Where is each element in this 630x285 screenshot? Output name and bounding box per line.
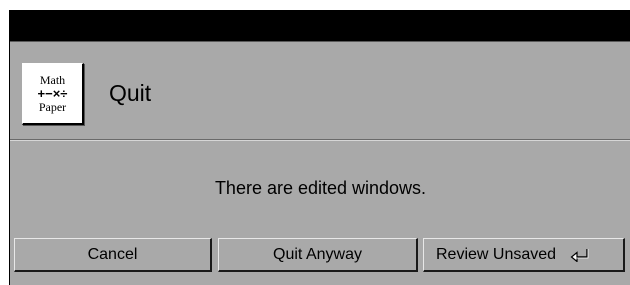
review-unsaved-button[interactable]: Review Unsaved [423, 238, 625, 272]
return-key-icon [570, 248, 589, 262]
quit-anyway-button-label: Quit Anyway [273, 245, 362, 263]
quit-dialog: Math +−×÷ Paper Quit There are edited wi… [9, 10, 630, 285]
app-icon-line-paper: Paper [38, 100, 67, 114]
mathpaper-app-icon: Math +−×÷ Paper [22, 63, 84, 125]
review-unsaved-button-label: Review Unsaved [436, 245, 557, 263]
cancel-button[interactable]: Cancel [14, 238, 212, 272]
dialog-message: There are edited windows. [214, 178, 427, 198]
quit-anyway-button[interactable]: Quit Anyway [218, 238, 418, 272]
dialog-header: Math +−×÷ Paper Quit [10, 42, 630, 140]
window-titlebar[interactable] [10, 10, 630, 42]
app-icon-line-operators: +−×÷ [37, 86, 68, 101]
cancel-button-label: Cancel [87, 245, 138, 263]
dialog-title: Quit [109, 80, 152, 106]
header-divider [10, 139, 630, 141]
app-icon-line-math: Math [39, 73, 66, 87]
